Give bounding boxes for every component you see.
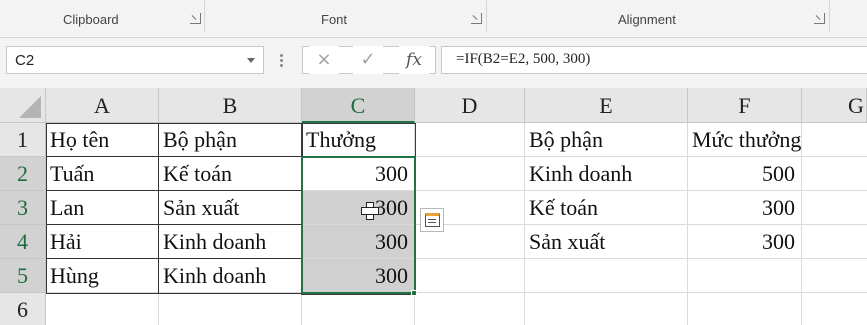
name-box-value: C2 [15,52,35,69]
spreadsheet-grid: A B C D E F G 1 2 3 4 5 6 Họ tên Bộ phận… [0,88,867,325]
cell-e1[interactable]: Bộ phận [525,123,688,157]
column-header-g[interactable]: G [802,88,867,123]
dialog-launcher-icon[interactable] [471,13,482,24]
cell-b2[interactable]: Kế toán [159,157,302,191]
cell-f1[interactable]: Mức thưởng [688,123,802,157]
column-header-d[interactable]: D [415,88,525,123]
ribbon-group-label-alignment: Alignment [618,12,676,27]
ribbon: Clipboard Font Alignment [0,0,867,38]
fx-icon[interactable]: fx [399,46,429,74]
cell-e5[interactable] [525,259,688,293]
ribbon-group-label-clipboard: Clipboard [63,12,119,27]
cell-c2[interactable]: 300 [302,157,415,191]
dropdown-icon[interactable] [247,58,255,63]
row-header-3[interactable]: 3 [0,191,46,225]
enter-icon[interactable]: ✓ [353,46,383,74]
cell-f4[interactable]: 300 [688,225,802,259]
cell-e3[interactable]: Kế toán [525,191,688,225]
ribbon-group-clipboard: Clipboard [0,0,205,38]
row-header-4[interactable]: 4 [0,225,46,259]
name-box[interactable]: C2 [6,46,264,74]
cell-b6[interactable] [159,293,302,325]
cell-b5[interactable]: Kinh doanh [159,259,302,293]
fill-handle[interactable] [411,290,417,296]
column-header-a[interactable]: A [46,88,159,123]
cell-b1[interactable]: Bộ phận [159,123,302,157]
cell-g2[interactable] [802,157,867,191]
cell-g4[interactable] [802,225,867,259]
formula-input[interactable]: =IF(B2=E2, 500, 300) [441,46,867,74]
cell-f3[interactable]: 300 [688,191,802,225]
cell-a3[interactable]: Lan [46,191,159,225]
column-header-b[interactable]: B [159,88,302,123]
cell-e4[interactable]: Sản xuất [525,225,688,259]
cell-f5[interactable] [688,259,802,293]
cancel-icon[interactable]: × [309,46,339,74]
cell-e6[interactable] [525,293,688,325]
dialog-launcher-icon[interactable] [190,13,201,24]
column-header-e[interactable]: E [525,88,688,123]
column-header-f[interactable]: F [688,88,802,123]
cell-c1[interactable]: Thưởng [302,123,415,157]
cell-b4[interactable]: Kinh doanh [159,225,302,259]
dialog-launcher-icon[interactable] [814,13,825,24]
cell-a4[interactable]: Hải [46,225,159,259]
cell-g6[interactable] [802,293,867,325]
cell-d5[interactable] [415,259,525,293]
formula-buttons: × ✓ fx [302,46,436,74]
cell-g1[interactable] [802,123,867,157]
row-header-1[interactable]: 1 [0,123,46,157]
cell-d1[interactable] [415,123,525,157]
select-all-button[interactable] [0,88,46,123]
quick-analysis-icon[interactable] [420,208,444,232]
ribbon-group-label-font: Font [321,12,348,27]
cell-d6[interactable] [415,293,525,325]
formula-bar: C2 × ✓ fx =IF(B2=E2, 500, 300) [0,38,867,88]
cell-c3[interactable]: 300 [302,191,415,225]
cell-a1[interactable]: Họ tên [46,123,159,157]
cell-f6[interactable] [688,293,802,325]
ribbon-group-font: Font [205,0,488,38]
cell-d2[interactable] [415,157,525,191]
cell-c5[interactable]: 300 [302,259,415,293]
cell-cursor-icon [361,202,379,220]
row-header-5[interactable]: 5 [0,259,46,293]
ribbon-separator [486,0,487,32]
cell-b3[interactable]: Sản xuất [159,191,302,225]
resize-handle[interactable] [280,54,283,68]
ribbon-group-alignment: Alignment [488,0,867,38]
cell-a6[interactable] [46,293,159,325]
cell-f2[interactable]: 500 [688,157,802,191]
cell-c6[interactable] [302,293,415,325]
cell-a2[interactable]: Tuấn [46,157,159,191]
cell-g3[interactable] [802,191,867,225]
column-header-c[interactable]: C [302,88,415,123]
cell-g5[interactable] [802,259,867,293]
row-header-6[interactable]: 6 [0,293,46,325]
row-header-2[interactable]: 2 [0,157,46,191]
cell-c4[interactable]: 300 [302,225,415,259]
cell-a5[interactable]: Hùng [46,259,159,293]
ribbon-separator [829,0,830,32]
cell-e2[interactable]: Kinh doanh [525,157,688,191]
